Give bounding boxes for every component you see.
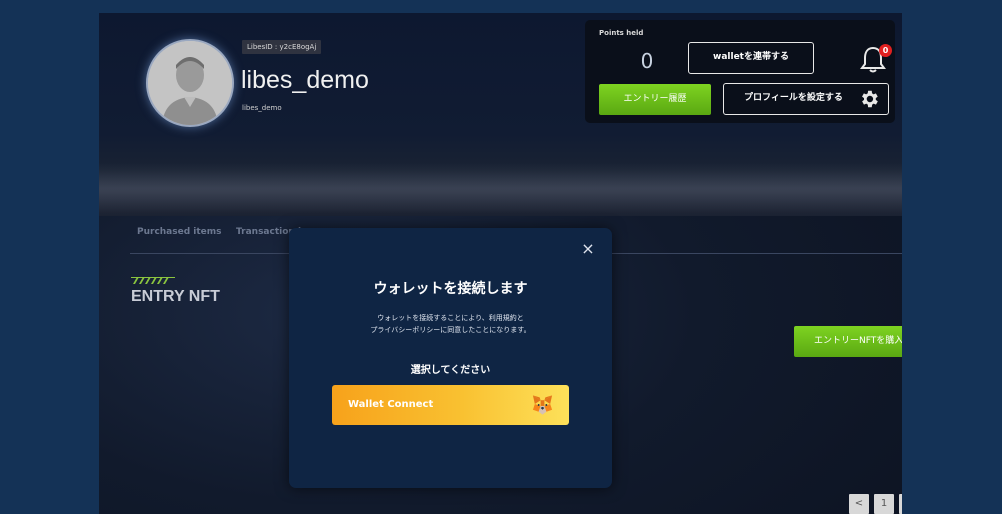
section-title: ENTRY NFT (131, 288, 220, 305)
points-panel: Points held 0 walletを連帯する エントリー履歴 プロフィール… (585, 20, 895, 123)
modal-title: ウォレットを接続します (373, 281, 528, 297)
wallet-connect-modal: × ウォレットを接続します ウォレットを接続することにより、利用規約と プライバ… (289, 228, 612, 488)
buy-entry-nft-button[interactable]: エントリーNFTを購入 (794, 326, 902, 357)
close-icon[interactable]: × (581, 241, 595, 257)
profile-settings-label: プロフィールを設定する (744, 93, 843, 103)
pager-next-button[interactable] (899, 494, 902, 514)
modal-description-line-1: ウォレットを接続することにより、利用規約と (377, 314, 524, 322)
entry-history-button[interactable]: エントリー履歴 (599, 84, 711, 115)
section-stripes-icon (131, 277, 175, 284)
points-label: Points held (599, 29, 644, 37)
link-wallet-button[interactable]: walletを連帯する (688, 42, 814, 74)
profile-settings-button[interactable]: プロフィールを設定する (723, 83, 889, 115)
wallet-connect-label: Wallet Connect (348, 399, 434, 410)
metamask-fox-icon (532, 395, 553, 415)
modal-select-prompt: 選択してください (410, 365, 491, 376)
pager-prev-button[interactable]: < (849, 494, 869, 514)
profile-username: libes_demo (241, 66, 369, 94)
header-shine (99, 163, 902, 213)
profile-username-small: libes_demo (242, 104, 282, 112)
avatar (146, 39, 234, 127)
modal-description: ウォレットを接続することにより、利用規約と プライバシーポリシーに同意したことに… (329, 312, 572, 336)
libes-id-badge: LibesID : y2cE8ogAj (242, 40, 322, 54)
gear-icon (862, 90, 878, 108)
profile-header: LibesID : y2cE8ogAj libes_demo libes_dem… (99, 13, 902, 216)
modal-description-line-2: プライバシーポリシーに同意したことになります。 (370, 326, 531, 334)
tab-purchased-items[interactable]: Purchased items (137, 227, 222, 237)
points-value: 0 (640, 49, 654, 73)
pager-page-button[interactable]: 1 (874, 494, 894, 514)
wallet-connect-button[interactable]: Wallet Connect (332, 385, 569, 425)
avatar-placeholder-icon (148, 41, 232, 125)
notification-badge: 0 (879, 44, 892, 57)
